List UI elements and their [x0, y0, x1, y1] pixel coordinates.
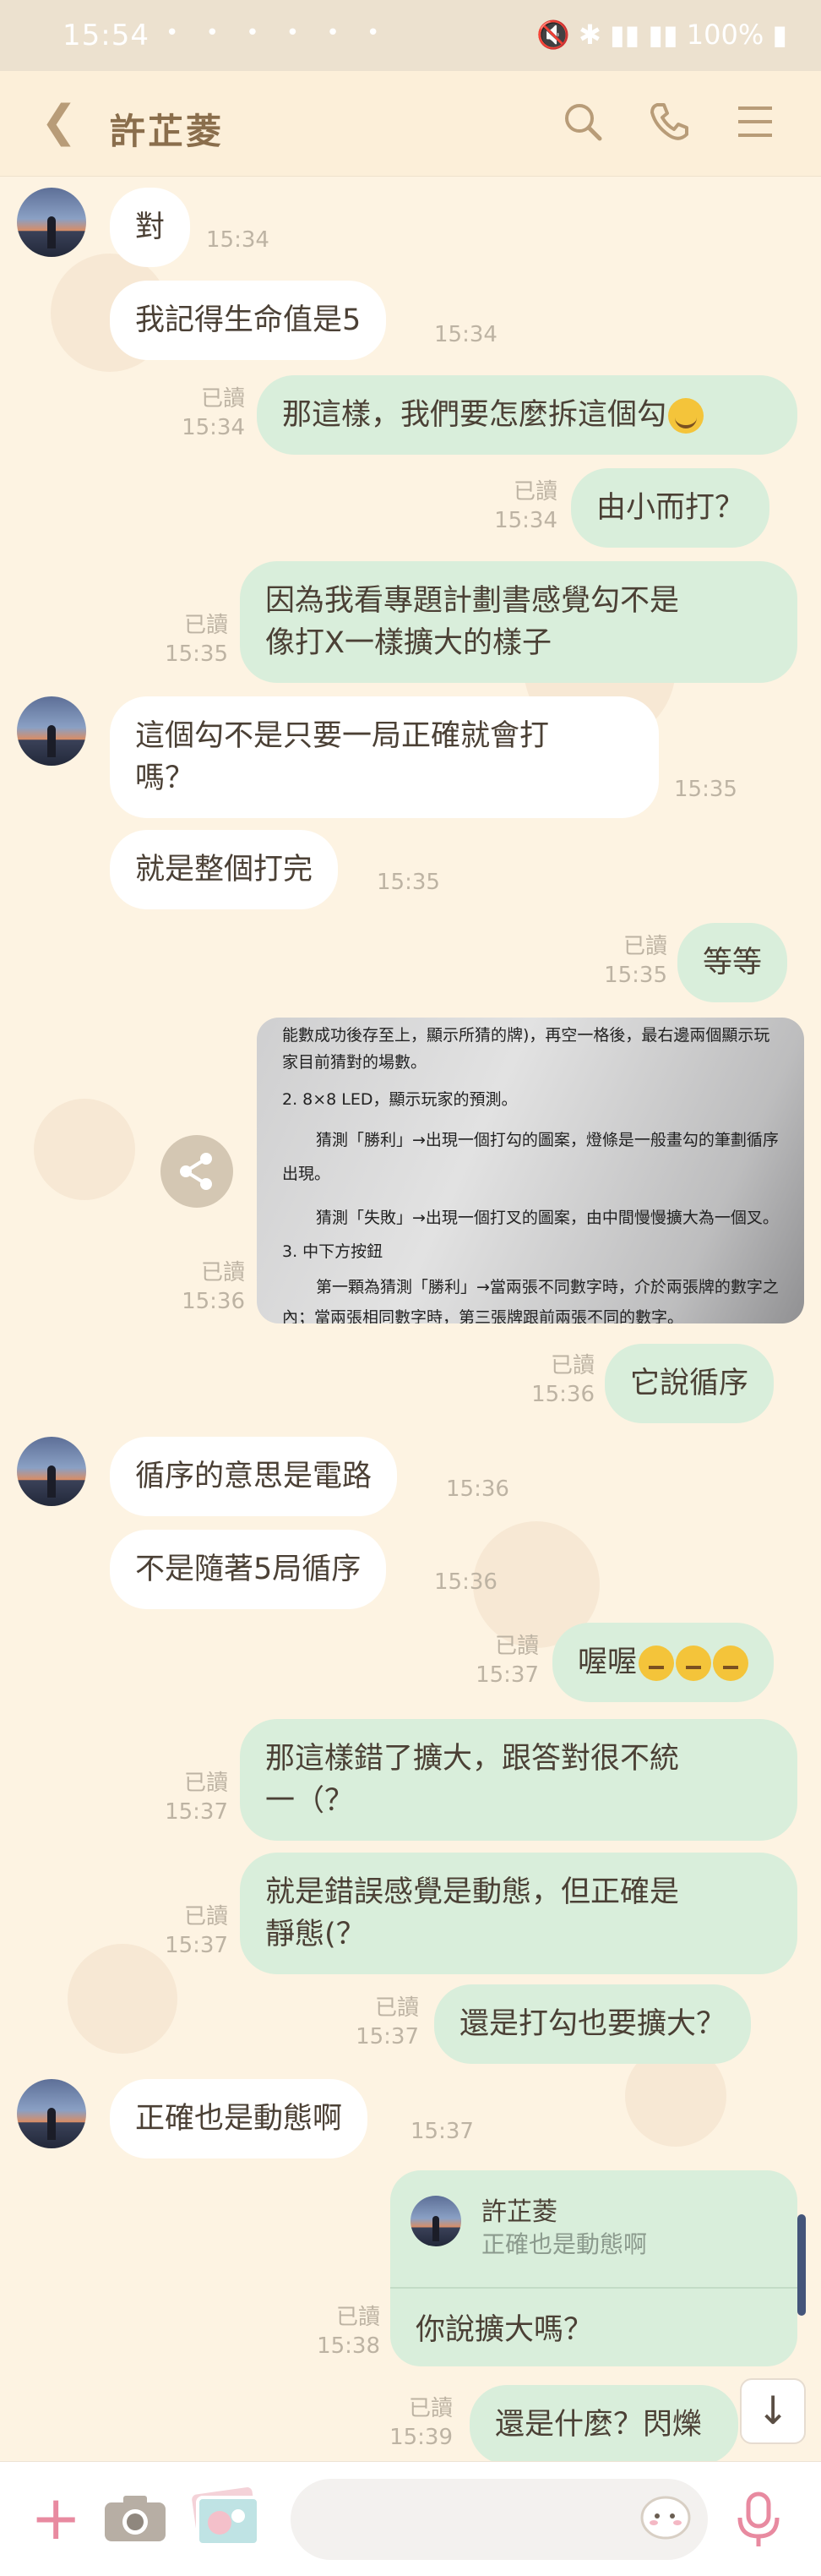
message-bubble-outgoing[interactable]: 由小而打？	[571, 468, 770, 548]
photo-text-line: 家目前猜對的場數。	[282, 1053, 427, 1072]
menu-icon[interactable]	[731, 98, 779, 145]
gallery-icon[interactable]	[186, 2487, 264, 2548]
avatar[interactable]	[17, 1437, 86, 1506]
message-time: 15:36	[182, 1289, 245, 1314]
notification-icons: • • • • • •	[166, 20, 390, 46]
thinking-emoji-icon	[639, 1645, 675, 1681]
quoted-avatar	[410, 2196, 461, 2246]
message-bubble-incoming[interactable]: 正確也是動態啊	[110, 2079, 368, 2158]
message-bubble-incoming[interactable]: 這個勾不是只要一局正確就會打 嗎？	[110, 696, 659, 818]
read-receipt: 已讀	[623, 934, 667, 959]
quoted-message-text: 正確也是動態啊	[481, 2230, 648, 2258]
read-receipt: 已讀	[183, 613, 228, 638]
status-bar: 15:54 • • • • • • 🔇 ✱ ▮▮ ▮▮ 100% ▮	[0, 0, 821, 71]
message-time: 15:36	[531, 1382, 595, 1407]
message-bubble-outgoing[interactable]: 還是什麼？閃爍	[470, 2385, 738, 2464]
message-time: 15:34	[434, 322, 497, 347]
chat-title: 許芷菱	[110, 111, 225, 152]
message-text: 喔喔	[578, 1645, 638, 1679]
photo-text-line: 第一顆為猜測「勝利」→當兩張不同數字時，介於兩張牌的數字之	[316, 1278, 779, 1296]
message-time: 15:34	[494, 508, 557, 533]
photo-text-line: 3. 中下方按鈕	[282, 1242, 383, 1261]
read-receipt: 已讀	[408, 2396, 453, 2421]
image-message[interactable]: 能數成功後存至上，顯示所猜的牌)，再空一格後，最右邊兩個顯示玩 家目前猜對的場數…	[257, 1018, 804, 1323]
message-time: 15:35	[674, 777, 737, 802]
message-bubble-incoming[interactable]: 就是整個打完	[110, 830, 339, 909]
message-time: 15:37	[165, 1933, 228, 1958]
read-receipt: 已讀	[183, 1771, 228, 1796]
status-time: 15:54	[63, 19, 150, 52]
photo-text-line: 出現。	[282, 1165, 331, 1183]
avatar[interactable]	[17, 2079, 86, 2148]
message-text: 那這樣，我們要怎麼拆這個勾	[282, 398, 667, 432]
thinking-emoji-icon	[713, 1645, 749, 1681]
read-receipt: 已讀	[550, 1353, 595, 1378]
back-icon[interactable]: ❮	[41, 96, 78, 147]
input-bar: +	[0, 2461, 821, 2576]
message-time: 15:36	[446, 1476, 509, 1502]
background-doodle	[68, 1944, 177, 2054]
read-receipt: 已讀	[335, 2305, 380, 2330]
message-bubble-outgoing[interactable]: 等等	[677, 923, 788, 1002]
message-bubble-outgoing[interactable]: 還是打勾也要擴大？	[434, 1984, 752, 2064]
message-bubble-outgoing[interactable]: 它說循序	[605, 1344, 775, 1423]
message-time: 15:34	[206, 227, 269, 253]
photo-text-line: 內；當兩張相同數字時，第三張牌跟前兩張不同的數字。	[282, 1308, 684, 1323]
avatar[interactable]	[17, 188, 86, 257]
photo-text-line: 猜測「失敗」→出現一個打叉的圖案，由中間慢慢擴大為一個叉。	[316, 1209, 779, 1227]
message-time: 15:38	[317, 2333, 380, 2359]
photo-text-line: 能數成功後存至上，顯示所猜的牌)，再空一格後，最右邊兩個顯示玩	[282, 1026, 770, 1045]
sweat-smile-emoji-icon	[668, 398, 704, 434]
message-bubble-outgoing[interactable]: 那這樣錯了擴大，跟答對很不統 一（？	[240, 1719, 797, 1841]
chat-header: ❮ 許芷菱	[0, 71, 821, 177]
read-receipt: 已讀	[200, 386, 245, 412]
search-icon[interactable]	[559, 98, 606, 145]
thinking-emoji-icon	[676, 1645, 712, 1681]
message-time: 15:39	[389, 2425, 453, 2450]
share-icon[interactable]	[160, 1135, 233, 1208]
message-time: 15:37	[165, 1799, 228, 1825]
read-receipt: 已讀	[494, 1634, 539, 1659]
message-bubble-outgoing[interactable]: 就是錯誤感覺是動態，但正確是 靜態(？	[240, 1853, 797, 1974]
message-time: 15:36	[434, 1569, 497, 1595]
message-bubble-outgoing[interactable]: 那這樣，我們要怎麼拆這個勾	[257, 375, 797, 455]
message-bubble-outgoing[interactable]: 因為我看專題計劃書感覺勾不是 像打X一樣擴大的樣子	[240, 561, 797, 683]
read-receipt: 已讀	[374, 1995, 419, 2021]
message-time: 15:37	[476, 1662, 539, 1688]
message-input[interactable]	[291, 2479, 708, 2560]
camera-icon[interactable]	[103, 2492, 167, 2543]
message-time: 15:34	[182, 415, 245, 440]
message-time: 15:37	[410, 2119, 474, 2144]
sticker-icon[interactable]	[639, 2491, 693, 2541]
avatar[interactable]	[17, 696, 86, 766]
message-time: 15:37	[356, 2024, 419, 2049]
status-right-icons: 🔇 ✱ ▮▮ ▮▮ 100% ▮	[536, 19, 787, 51]
message-time: 15:35	[377, 870, 440, 895]
message-bubble-incoming[interactable]: 不是隨著5局循序	[110, 1530, 387, 1609]
quoted-sender-name: 許芷菱	[481, 2197, 557, 2227]
message-time: 15:35	[604, 963, 667, 988]
arrow-down-icon[interactable]: ↓	[740, 2378, 806, 2444]
phone-icon[interactable]	[645, 98, 693, 145]
photo-text-line: 2. 8×8 LED，顯示玩家的預測。	[282, 1090, 518, 1109]
message-bubble-outgoing[interactable]: 喔喔	[552, 1623, 775, 1702]
scrollbar[interactable]	[797, 2214, 806, 2316]
photo-text-line: 猜測「勝利」→出現一個打勾的圖案，燈條是一般畫勾的筆劃循序	[316, 1131, 779, 1149]
reply-text: 你說擴大嗎？	[416, 2313, 594, 2347]
message-time: 15:35	[165, 641, 228, 667]
read-receipt: 已讀	[183, 1904, 228, 1929]
background-doodle	[34, 1099, 135, 1200]
message-bubble-incoming[interactable]: 對	[110, 188, 191, 267]
message-bubble-incoming[interactable]: 循序的意思是電路	[110, 1437, 398, 1516]
reply-divider	[390, 2287, 797, 2289]
message-bubble-incoming[interactable]: 我記得生命值是5	[110, 281, 387, 360]
read-receipt: 已讀	[513, 479, 557, 505]
plus-icon[interactable]: +	[30, 2487, 81, 2548]
reply-message-bubble[interactable]: 許芷菱 正確也是動態啊 你說擴大嗎？	[390, 2170, 797, 2366]
read-receipt: 已讀	[200, 1260, 245, 1285]
mic-icon[interactable]	[731, 2491, 786, 2550]
